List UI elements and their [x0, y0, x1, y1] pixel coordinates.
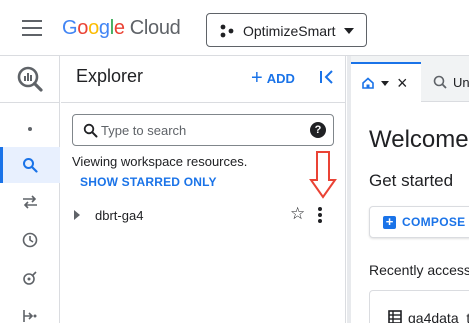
pipeline-icon	[23, 310, 37, 322]
rail-item-analytics-hub[interactable]	[0, 260, 60, 296]
table-icon	[388, 310, 402, 323]
hamburger-menu-icon[interactable]	[22, 20, 42, 36]
collapse-panel-icon[interactable]	[318, 68, 336, 86]
rail-divider	[0, 102, 60, 103]
recent-item-label: ga4data_t	[408, 310, 469, 323]
project-name: OptimizeSmart	[243, 23, 336, 39]
help-icon[interactable]: ?	[310, 122, 326, 138]
close-icon[interactable]: ×	[397, 74, 408, 92]
rail-item-dot[interactable]	[0, 111, 60, 147]
project-node-name[interactable]: dbrt-ga4	[95, 208, 143, 223]
annotation-arrow-icon	[309, 151, 337, 199]
expand-arrow-icon[interactable]	[74, 210, 80, 220]
plus-icon: +	[251, 67, 263, 89]
add-button-label: ADD	[266, 70, 295, 86]
top-bar: Google Cloud OptimizeSmart	[0, 0, 469, 56]
explorer-divider	[61, 102, 346, 103]
add-button[interactable]: + ADD	[251, 68, 295, 88]
rail-item-search[interactable]	[0, 147, 60, 183]
tab-untitled-label: Un	[453, 74, 469, 90]
tab-home[interactable]: ×	[351, 62, 421, 102]
search-icon	[83, 123, 98, 138]
explorer-search-box[interactable]: ?	[72, 114, 334, 146]
tab-menu-caret-icon[interactable]	[381, 80, 389, 86]
clock-icon	[22, 232, 38, 248]
more-actions-icon[interactable]	[315, 207, 325, 223]
rail-item-scheduled[interactable]	[0, 222, 60, 258]
project-dots-icon	[220, 24, 234, 38]
tree-row-project[interactable]: dbrt-ga4 ☆	[61, 202, 346, 228]
analytics-hub-icon	[23, 271, 37, 285]
explorer-panel: Explorer + ADD ? Viewing workspace resou…	[61, 56, 346, 323]
show-starred-only-link[interactable]: SHOW STARRED ONLY	[80, 175, 217, 189]
rail-item-pipelines[interactable]	[0, 298, 60, 323]
plus-box-icon: +	[383, 215, 396, 229]
bigquery-logo-icon[interactable]	[16, 65, 44, 93]
home-icon	[362, 77, 374, 89]
explorer-title: Explorer	[76, 66, 144, 86]
welcome-heading: Welcome	[369, 126, 469, 153]
transfer-arrows-icon	[23, 195, 37, 209]
tab-untitled[interactable]: Un	[425, 62, 469, 102]
caret-down-icon	[344, 28, 354, 34]
explorer-search-input[interactable]	[101, 121, 301, 139]
workspace-status-text: Viewing workspace resources.	[72, 154, 248, 169]
star-outline-icon[interactable]: ☆	[290, 205, 305, 223]
left-nav-rail	[0, 56, 60, 323]
query-icon	[433, 75, 447, 89]
recent-item-card[interactable]: ga4data_t	[369, 290, 469, 323]
recently-accessed-heading: Recently access	[369, 262, 469, 278]
dot-icon	[28, 127, 32, 131]
google-cloud-logo[interactable]: Google Cloud	[62, 17, 181, 40]
compose-query-button[interactable]: + COMPOSE A	[369, 206, 469, 238]
project-picker[interactable]: OptimizeSmart	[206, 13, 367, 47]
editor-tab-strip: × Un	[351, 56, 469, 102]
search-icon	[23, 158, 38, 173]
rail-item-transfers[interactable]	[0, 184, 60, 220]
get-started-heading: Get started	[369, 171, 454, 190]
compose-button-label: COMPOSE A	[402, 215, 469, 229]
